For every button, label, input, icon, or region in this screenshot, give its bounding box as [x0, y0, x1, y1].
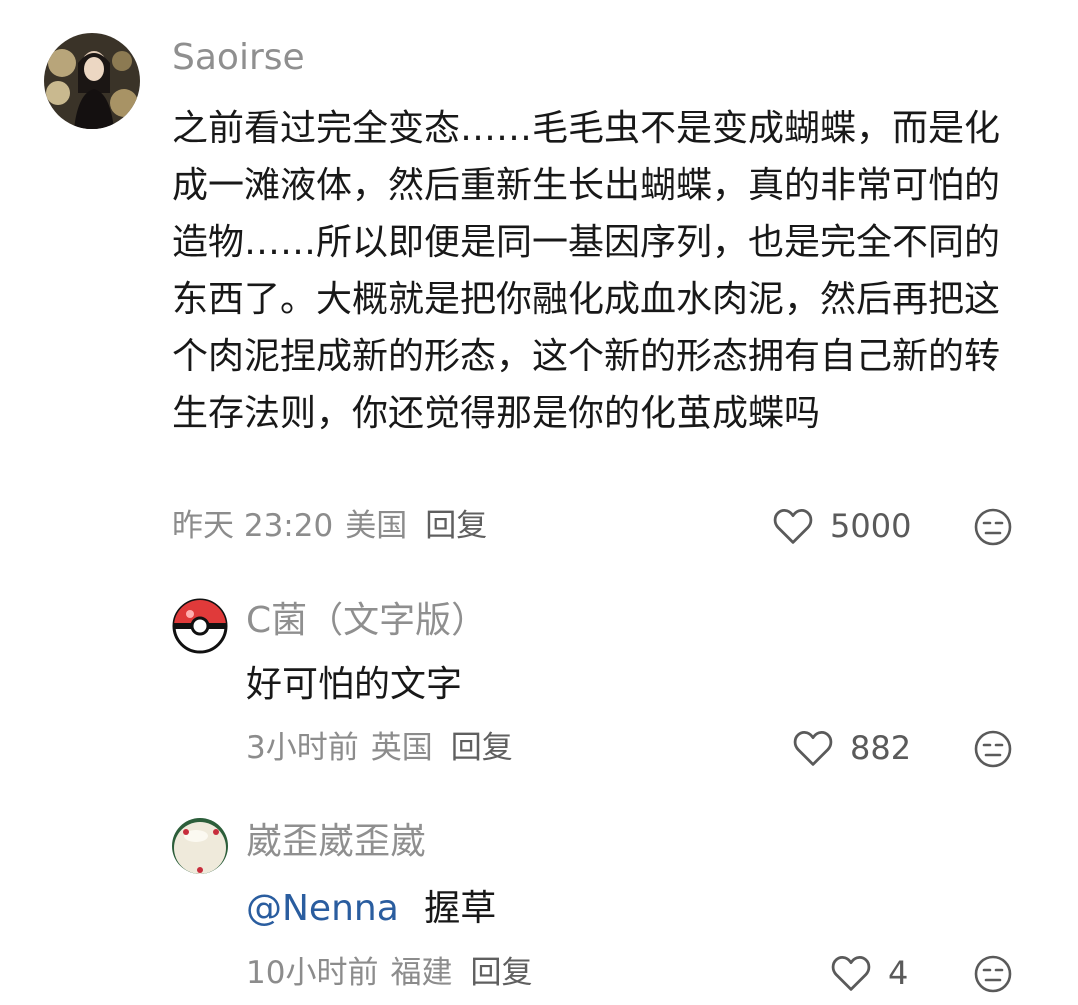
like-button[interactable]: 4 — [830, 953, 908, 993]
user-avatar-saoirse[interactable] — [44, 33, 140, 129]
reply-text: 好可怕的文字 — [246, 664, 463, 705]
mention-link[interactable]: @Nenna — [246, 888, 399, 929]
emoji-face-icon[interactable] — [973, 729, 1013, 769]
pokeball-avatar-image — [172, 598, 228, 654]
comment-meta: 昨天 23:20 美国 回复 — [172, 506, 487, 546]
heart-outline-icon — [793, 731, 833, 766]
reply-meta: 10小时前 福建 回复 — [246, 953, 532, 993]
reply-text-line: @Nenna 握草 — [246, 880, 496, 937]
avatar-image — [44, 33, 140, 129]
like-count: 882 — [850, 729, 912, 767]
comment-username[interactable]: Saoirse — [172, 36, 305, 80]
comment-time: 昨天 23:20 — [172, 508, 334, 544]
reply-button[interactable]: 回复 — [425, 506, 487, 546]
reply-meta: 3小时前 英国 回复 — [246, 728, 513, 768]
reply-time: 3小时前 — [246, 730, 359, 766]
reply-text: 握草 — [424, 888, 497, 929]
reply-location: 福建 — [390, 955, 453, 991]
reply-username[interactable]: C菌（文字版） — [246, 599, 487, 643]
comment-location: 美国 — [345, 508, 408, 544]
user-avatar-c[interactable] — [172, 598, 228, 654]
like-count: 4 — [888, 954, 909, 992]
heart-outline-icon — [773, 509, 813, 544]
reply-location: 英国 — [370, 730, 433, 766]
user-avatar-wai[interactable] — [172, 818, 228, 874]
heart-outline-icon — [831, 956, 871, 991]
emoji-face-icon[interactable] — [973, 954, 1013, 994]
like-button[interactable]: 5000 — [772, 506, 911, 546]
like-button[interactable]: 882 — [792, 728, 911, 768]
like-count: 5000 — [830, 507, 912, 545]
comment-text: 之前看过完全变态……毛毛虫不是变成蝴蝶，而是化成一滩液体，然后重新生长出蝴蝶，真… — [172, 108, 1001, 434]
reply-username[interactable]: 崴歪崴歪崴 — [246, 820, 426, 864]
reply-button[interactable]: 回复 — [470, 953, 532, 993]
ball-avatar-image — [172, 818, 228, 874]
reply-time: 10小时前 — [246, 955, 379, 991]
emoji-face-icon[interactable] — [973, 507, 1013, 547]
reply-button[interactable]: 回复 — [451, 728, 513, 768]
